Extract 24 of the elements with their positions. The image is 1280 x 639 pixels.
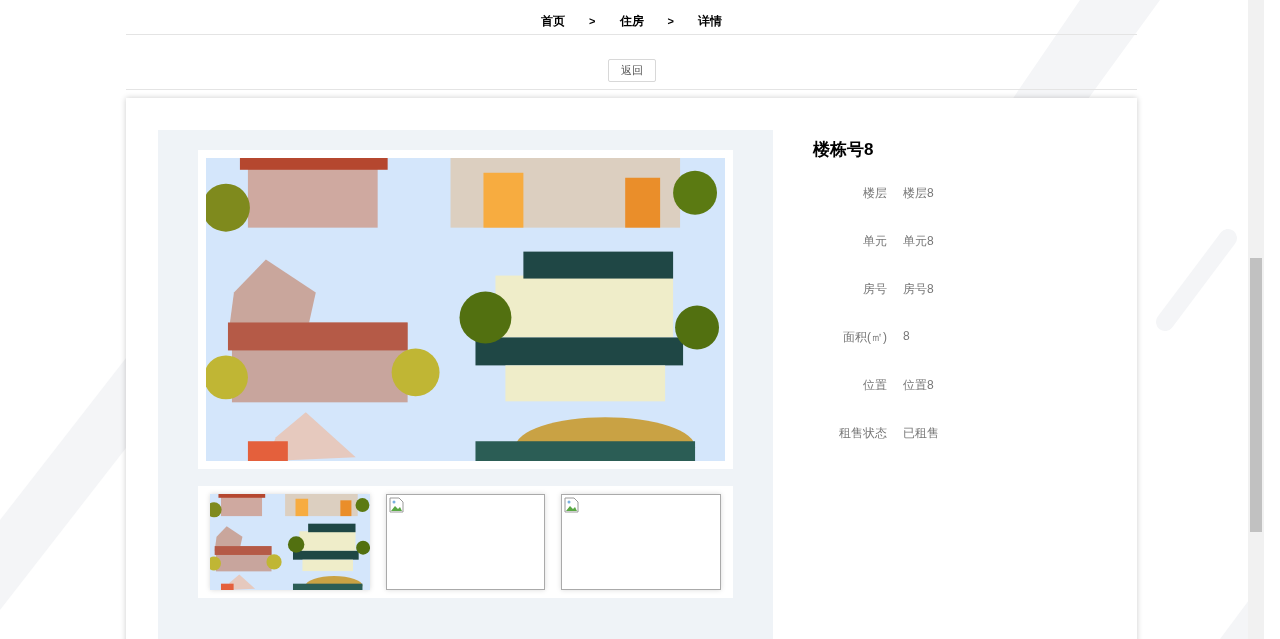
field-label: 面积(㎡) bbox=[842, 329, 888, 346]
field-label: 房号 bbox=[862, 281, 888, 298]
breadcrumb-link[interactable]: 详情 bbox=[697, 12, 722, 30]
broken-image-icon bbox=[388, 497, 405, 513]
broken-image-icon bbox=[564, 497, 581, 513]
thumbnail-image[interactable] bbox=[561, 494, 721, 590]
building-title: 楼栋号8 bbox=[813, 139, 875, 161]
field-label: 楼层 bbox=[862, 185, 888, 202]
breadcrumb-separator: > bbox=[588, 15, 597, 27]
breadcrumb-link[interactable]: 首页 bbox=[541, 12, 566, 30]
field-value: 单元8 bbox=[903, 233, 934, 250]
field-label: 单元 bbox=[862, 233, 888, 250]
field-value: 房号8 bbox=[903, 281, 934, 298]
back-button[interactable]: 返回 bbox=[607, 59, 656, 82]
thumbnail-image[interactable] bbox=[385, 494, 546, 590]
breadcrumb-link[interactable]: 住房 bbox=[619, 12, 644, 30]
field-label: 位置 bbox=[862, 377, 888, 394]
field-value: 已租售 bbox=[903, 425, 939, 442]
scrollbar[interactable] bbox=[1248, 0, 1264, 639]
field-value: 8 bbox=[903, 329, 910, 345]
field-value: 楼层8 bbox=[903, 185, 934, 202]
breadcrumb-separator: > bbox=[666, 15, 675, 27]
field-value: 位置8 bbox=[903, 377, 934, 394]
field-label: 租售状态 bbox=[838, 425, 888, 442]
